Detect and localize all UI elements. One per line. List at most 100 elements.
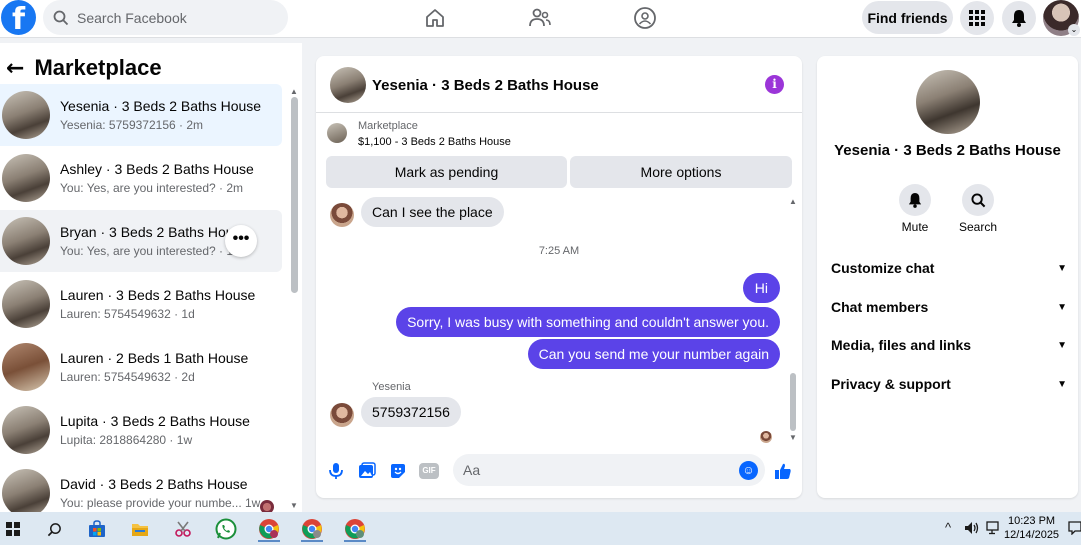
contact-avatar	[330, 203, 354, 227]
conversation-item[interactable]: Bryan · 3 Beds 2 Baths House You: Yes, a…	[0, 210, 282, 272]
chrome-app-profile-1[interactable]	[256, 516, 282, 542]
search-label: Search	[958, 220, 998, 234]
mute-label: Mute	[901, 220, 929, 234]
privacy-support-section[interactable]: Privacy & support ▼	[831, 372, 1067, 396]
message-input[interactable]	[453, 454, 765, 486]
chrome-app-profile-3[interactable]	[342, 516, 368, 542]
store-app[interactable]	[84, 516, 110, 542]
more-options-button[interactable]: More options	[570, 156, 792, 188]
groups-icon[interactable]	[633, 6, 657, 30]
search-icon	[53, 10, 69, 25]
mark-as-pending-button[interactable]: Mark as pending	[326, 156, 567, 188]
chrome-icon	[345, 519, 365, 539]
search-chat-button[interactable]: Search	[948, 184, 1008, 234]
search-icon	[47, 522, 61, 536]
read-receipt-avatar	[760, 431, 772, 443]
clock-date: 12/14/2025	[1004, 529, 1060, 541]
network-icon[interactable]	[986, 521, 1002, 535]
search-box[interactable]	[43, 0, 288, 35]
show-hidden-icons-chevron-icon[interactable]: ^	[945, 520, 951, 535]
conversation-scrollbar[interactable]: ▲ ▼	[288, 87, 300, 512]
customize-chat-section[interactable]: Customize chat ▼	[831, 256, 1067, 280]
facebook-logo[interactable]: f	[1, 0, 36, 35]
gif-icon[interactable]: GIF	[419, 463, 439, 479]
friends-icon[interactable]	[528, 6, 552, 30]
info-icon[interactable]: i	[765, 75, 784, 94]
photo-icon[interactable]	[357, 461, 377, 481]
chat-members-section[interactable]: Chat members ▼	[831, 295, 1067, 319]
contact-large-avatar[interactable]	[916, 70, 980, 134]
conversation-item[interactable]: Lauren · 2 Beds 1 Bath House Lauren: 575…	[0, 336, 282, 398]
listing-thumbnail	[327, 123, 347, 143]
scroll-up-icon[interactable]: ▲	[290, 87, 298, 96]
conversation-item[interactable]: Yesenia · 3 Beds 2 Baths House Yesenia: …	[0, 84, 282, 146]
thumbs-up-icon[interactable]	[773, 461, 793, 481]
marketplace-listing-bar: Marketplace $1,100 - 3 Beds 2 Baths Hous…	[316, 114, 802, 196]
chevron-down-icon: ▼	[1057, 262, 1067, 274]
conversation-item[interactable]: Lupita · 3 Beds 2 Baths House Lupita: 28…	[0, 399, 282, 461]
chevron-down-icon: ▼	[1057, 339, 1067, 351]
taskbar-search-button[interactable]	[41, 516, 67, 542]
whatsapp-app[interactable]	[213, 516, 239, 542]
system-clock[interactable]: 10:23 PM 12/14/2025	[1004, 514, 1059, 542]
windows-logo-icon	[6, 522, 20, 536]
home-icon[interactable]	[423, 6, 447, 30]
account-chevron-icon[interactable]: ⌄	[1068, 24, 1080, 36]
notification-center-icon[interactable]	[1068, 521, 1081, 535]
chevron-down-icon: ▼	[1057, 378, 1067, 390]
scroll-down-icon[interactable]: ▼	[789, 433, 797, 442]
conversation-title: Lupita · 3 Beds 2 Baths House	[60, 413, 250, 429]
conversation-item[interactable]: David · 3 Beds 2 Baths House You: please…	[0, 462, 282, 512]
start-button[interactable]	[0, 516, 26, 542]
more-options-icon[interactable]: •••	[225, 225, 257, 257]
listing-avatar	[2, 154, 50, 202]
menu-button[interactable]	[960, 1, 994, 35]
file-explorer-app[interactable]	[127, 516, 153, 542]
running-indicator	[301, 540, 323, 542]
contact-avatar	[330, 403, 354, 427]
microphone-icon[interactable]	[326, 461, 346, 481]
conversation-title: Ashley · 3 Beds 2 Baths House	[60, 161, 254, 177]
listing-avatar	[2, 343, 50, 391]
conversation-title: Lauren · 2 Beds 1 Bath House	[60, 350, 249, 366]
chat-title[interactable]: Yesenia · 3 Beds 2 Baths House	[372, 77, 599, 94]
conversation-title: Lauren · 3 Beds 2 Baths House	[60, 287, 256, 303]
conversation-title: Yesenia · 3 Beds 2 Baths House	[60, 98, 262, 114]
windows-taskbar: ^ 10:23 PM 12/14/2025	[0, 512, 1081, 545]
sticker-icon[interactable]	[388, 461, 408, 481]
conversation-item[interactable]: Ashley · 3 Beds 2 Baths House You: Yes, …	[0, 147, 282, 209]
running-indicator	[258, 540, 280, 542]
conversation-item[interactable]: Lauren · 3 Beds 2 Baths House Lauren: 57…	[0, 273, 282, 335]
chat-window: Yesenia · 3 Beds 2 Baths House i Marketp…	[316, 56, 802, 498]
find-friends-button[interactable]: Find friends	[862, 1, 953, 34]
mute-button[interactable]: Mute	[885, 184, 945, 234]
bell-icon	[908, 193, 922, 208]
media-files-links-section[interactable]: Media, files and links ▼	[831, 333, 1067, 357]
chrome-app-profile-2[interactable]	[299, 516, 325, 542]
chat-scrollbar[interactable]: ▲ ▼	[788, 197, 798, 450]
chat-header: Yesenia · 3 Beds 2 Baths House i	[316, 56, 802, 113]
listing-avatar	[2, 406, 50, 454]
scrollbar-thumb[interactable]	[790, 373, 796, 431]
snipping-tool-app[interactable]	[170, 516, 196, 542]
chrome-icon	[302, 519, 322, 539]
store-icon	[89, 520, 105, 537]
message-timestamp: 7:25 AM	[538, 245, 580, 257]
back-arrow-icon[interactable]: ←	[6, 56, 24, 81]
chevron-down-icon: ▼	[1057, 301, 1067, 313]
outgoing-message: Hi	[742, 273, 780, 303]
scroll-down-icon[interactable]: ▼	[290, 501, 298, 510]
notifications-button[interactable]	[1002, 1, 1036, 35]
emoji-icon[interactable]: ☺	[739, 461, 758, 480]
scrollbar-thumb[interactable]	[291, 97, 298, 293]
outgoing-message: Sorry, I was busy with something and cou…	[396, 307, 780, 337]
conversation-title: Bryan · 3 Beds 2 Baths House	[60, 224, 249, 240]
section-label: Chat members	[831, 299, 929, 315]
scroll-up-icon[interactable]: ▲	[789, 197, 797, 206]
listing-price[interactable]: $1,100 - 3 Beds 2 Baths House	[358, 136, 511, 148]
search-input[interactable]	[77, 9, 277, 26]
listing-avatar	[2, 280, 50, 328]
page-title: Marketplace	[34, 55, 162, 80]
chat-avatar[interactable]	[330, 67, 366, 103]
speaker-icon[interactable]	[964, 521, 980, 535]
